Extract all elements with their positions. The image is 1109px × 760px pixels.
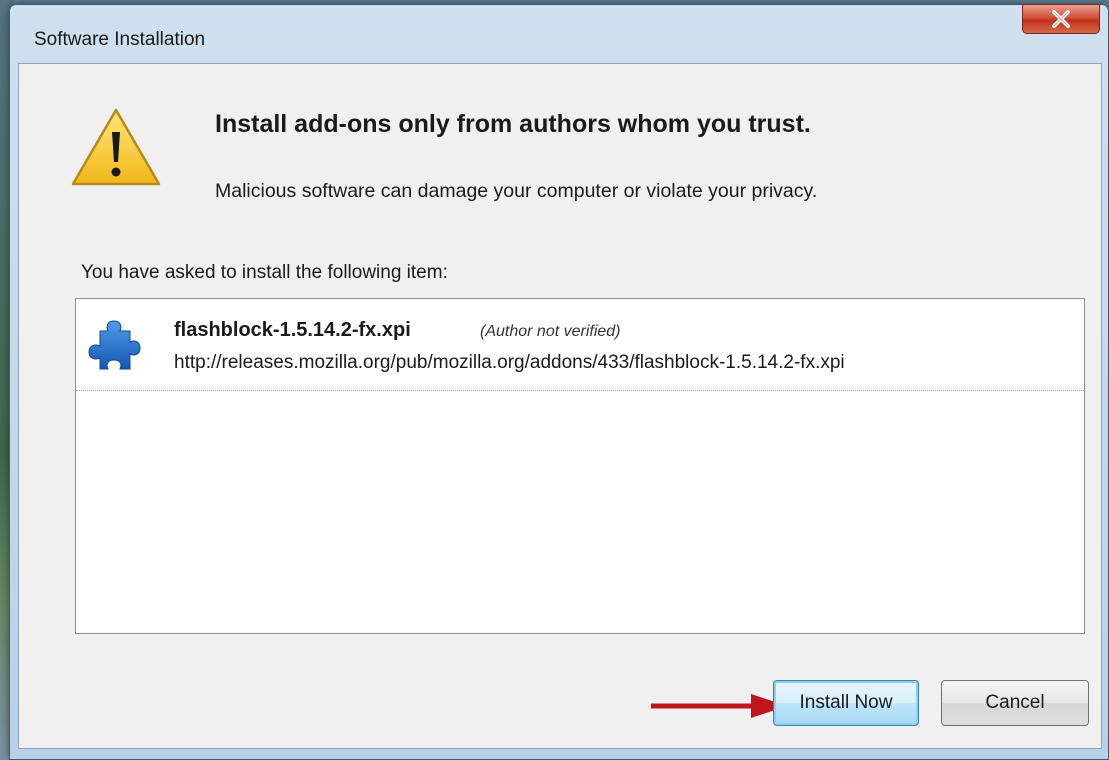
close-icon bbox=[1052, 10, 1070, 28]
list-item[interactable]: flashblock-1.5.14.2-fx.xpi (Author not v… bbox=[76, 299, 1084, 391]
items-list-label: You have asked to install the following … bbox=[81, 262, 448, 283]
software-installation-dialog: Software Installation Install add-ons on… bbox=[9, 4, 1109, 760]
warning-text: Malicious software can damage your compu… bbox=[215, 180, 818, 202]
dialog-heading: Install add-ons only from authors whom y… bbox=[215, 110, 811, 138]
item-name: flashblock-1.5.14.2-fx.xpi bbox=[174, 319, 411, 341]
title-bar[interactable]: Software Installation bbox=[10, 4, 1108, 63]
install-items-list[interactable]: flashblock-1.5.14.2-fx.xpi (Author not v… bbox=[75, 298, 1085, 634]
red-arrow-icon bbox=[651, 694, 787, 718]
window-title: Software Installation bbox=[34, 29, 206, 50]
close-button[interactable] bbox=[1022, 4, 1100, 34]
author-status: (Author not verified) bbox=[480, 323, 621, 340]
item-url: http://releases.mozilla.org/pub/mozilla.… bbox=[174, 352, 845, 373]
cancel-button[interactable]: Cancel bbox=[941, 680, 1089, 726]
install-now-button[interactable]: Install Now bbox=[773, 680, 919, 726]
dialog-content: Install add-ons only from authors whom y… bbox=[18, 63, 1102, 749]
warning-triangle-icon bbox=[71, 108, 161, 186]
puzzle-piece-icon bbox=[88, 320, 141, 370]
